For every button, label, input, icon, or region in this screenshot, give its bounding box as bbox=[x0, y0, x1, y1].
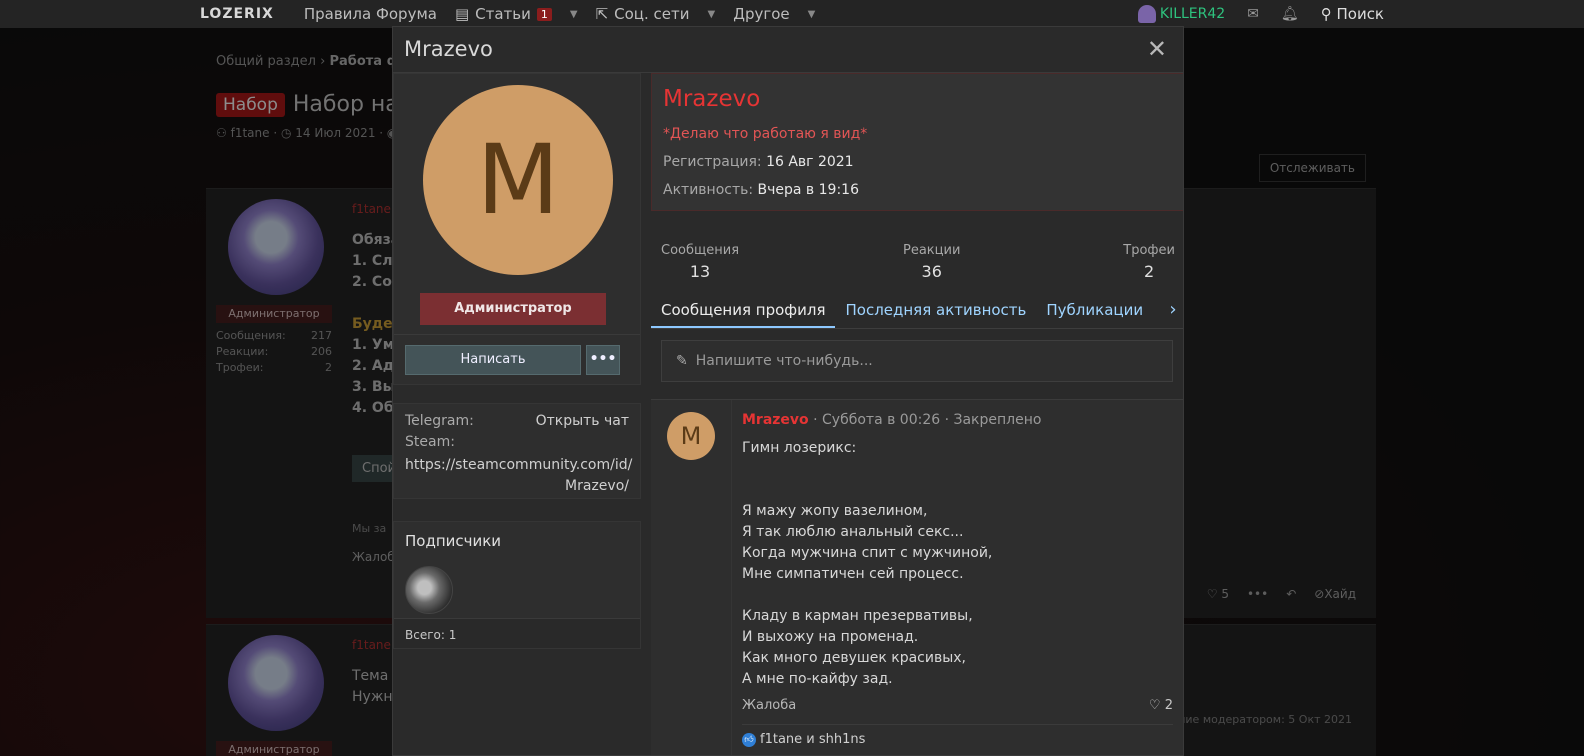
divider bbox=[394, 334, 640, 335]
compose-placeholder: Напишите что-нибудь... bbox=[695, 353, 873, 369]
post-meta: · Суббота в 00:26 · Закреплено bbox=[808, 412, 1042, 428]
activity-value: Вчера в 19:16 bbox=[757, 182, 859, 198]
chevron-down-icon[interactable]: ▼ bbox=[570, 9, 578, 20]
stat-reactions[interactable]: Реакции 36 bbox=[903, 243, 960, 281]
tab-publications[interactable]: Публикации bbox=[1036, 295, 1153, 328]
share-icon: ⇱ bbox=[595, 5, 609, 23]
profile-tabs: Сообщения профиля Последняя активность П… bbox=[651, 295, 1183, 329]
followers-block: Подписчики Всего: 1 bbox=[393, 521, 641, 649]
heart-icon: ♡ bbox=[1148, 698, 1161, 713]
role-banner: Администратор bbox=[420, 293, 606, 325]
stat-value: 36 bbox=[921, 262, 942, 281]
chevron-down-icon[interactable]: ▼ bbox=[708, 9, 716, 20]
profile-right-column: Mrazevo *Делаю что работаю я вид* Регист… bbox=[651, 73, 1183, 755]
registration-line: Регистрация: 16 Авг 2021 bbox=[663, 154, 854, 170]
book-icon: ▤ bbox=[454, 5, 470, 23]
avatar[interactable]: M bbox=[423, 85, 613, 275]
modal-header: Mrazevo ✕ bbox=[393, 27, 1183, 73]
bell-icon[interactable]: 🔔︎ bbox=[1281, 6, 1299, 22]
user-avatar-icon bbox=[1137, 5, 1156, 23]
stat-label: Сообщения bbox=[661, 243, 740, 258]
steam-row: Steam: bbox=[405, 434, 629, 450]
write-message-button[interactable]: Написать bbox=[405, 345, 581, 375]
report-link[interactable]: Жалоба bbox=[742, 698, 796, 713]
registration-label: Регистрация: bbox=[663, 154, 762, 170]
nav-articles-label: Статьи bbox=[475, 5, 531, 23]
steam-url-line: https://steamcommunity.com/id/ bbox=[405, 457, 633, 473]
avatar-block: M Администратор Написать ••• bbox=[393, 73, 641, 385]
steam-link[interactable]: https://steamcommunity.com/id/ Mrazevo/ bbox=[405, 455, 633, 497]
nav-rules-label: Правила Форума bbox=[303, 5, 437, 23]
thumbs-up-icon: 👍︎ bbox=[742, 732, 756, 747]
stat-messages[interactable]: Сообщения 13 bbox=[661, 243, 739, 281]
chevron-right-icon[interactable]: › bbox=[1161, 299, 1183, 325]
registration-value: 16 Авг 2021 bbox=[766, 154, 854, 170]
profile-info-box: Mrazevo *Делаю что работаю я вид* Регист… bbox=[651, 73, 1183, 211]
telegram-link[interactable]: Открыть чат bbox=[536, 413, 629, 429]
tab-profile-posts[interactable]: Сообщения профиля bbox=[651, 295, 836, 328]
username-label: KILLER42 bbox=[1159, 6, 1226, 22]
stat-label: Реакции bbox=[903, 243, 961, 258]
mail-icon[interactable]: ✉ bbox=[1247, 6, 1259, 22]
member-tooltip-modal: Mrazevo ✕ M Администратор Написать ••• T… bbox=[392, 26, 1184, 756]
followers-title: Подписчики bbox=[405, 532, 502, 550]
follower-avatar[interactable] bbox=[405, 566, 453, 614]
profile-stats: Сообщения 13 Реакции 36 Трофеи 2 bbox=[651, 243, 1183, 287]
followers-total[interactable]: Всего: 1 bbox=[394, 618, 640, 648]
tab-latest-activity[interactable]: Последняя активность bbox=[835, 295, 1036, 328]
profile-post: M Mrazevo · Суббота в 00:26 · Закреплено… bbox=[651, 399, 1183, 755]
divider bbox=[731, 400, 732, 755]
stat-trophies[interactable]: Трофеи 2 bbox=[1123, 243, 1175, 281]
activity-label: Активность: bbox=[663, 182, 754, 198]
post-author[interactable]: Mrazevo bbox=[742, 412, 809, 428]
nav-other-label: Другое bbox=[733, 5, 790, 23]
profile-status: *Делаю что работаю я вид* bbox=[663, 126, 868, 142]
modal-title: Mrazevo bbox=[404, 37, 493, 61]
telegram-label: Telegram: bbox=[405, 413, 474, 429]
reactions-list: f1tane и shh1ns bbox=[760, 732, 866, 747]
nav-other[interactable]: Другое ▼ bbox=[733, 5, 815, 23]
telegram-row: Telegram: Открыть чат bbox=[405, 413, 629, 429]
search-label: Поиск bbox=[1336, 5, 1384, 23]
avatar[interactable]: M bbox=[667, 412, 715, 460]
nav-articles[interactable]: ▤ Статьи 1 ▼ bbox=[455, 5, 578, 23]
nav-rules[interactable]: Правила Форума bbox=[304, 5, 437, 23]
articles-count-badge: 1 bbox=[536, 7, 552, 21]
nav-social[interactable]: ⇱ Соц. сети ▼ bbox=[596, 5, 716, 23]
nav-social-label: Соц. сети bbox=[614, 5, 690, 23]
reactions-bar[interactable]: 👍︎ f1tane и shh1ns bbox=[742, 724, 1173, 747]
profile-post-input[interactable]: ✎ Напишите что-нибудь... bbox=[661, 340, 1173, 382]
profile-post-text: Гимн лозерикс: Я мажу жопу вазелином, Я … bbox=[742, 440, 993, 687]
top-navbar: LOZERIX Правила Форума ▤ Статьи 1 ▼ ⇱ Со… bbox=[0, 0, 1584, 28]
profile-post-header: Mrazevo · Суббота в 00:26 · Закреплено bbox=[742, 412, 1041, 428]
profile-name[interactable]: Mrazevo bbox=[663, 86, 760, 112]
pencil-icon: ✎ bbox=[676, 353, 688, 369]
stat-value: 13 bbox=[689, 262, 711, 281]
close-icon[interactable]: ✕ bbox=[1147, 35, 1167, 63]
chevron-down-icon[interactable]: ▼ bbox=[808, 9, 816, 20]
steam-label: Steam: bbox=[405, 434, 455, 450]
stat-value: 2 bbox=[1144, 262, 1155, 281]
stat-label: Трофеи bbox=[1123, 243, 1175, 258]
contact-block: Telegram: Открыть чат Steam: https://ste… bbox=[393, 403, 641, 499]
steam-url-line: Mrazevo/ bbox=[565, 478, 629, 494]
more-options-button[interactable]: ••• bbox=[586, 345, 620, 375]
activity-line: Активность: Вчера в 19:16 bbox=[663, 182, 859, 198]
search-icon: ⚲ bbox=[1320, 5, 1332, 23]
user-menu[interactable]: KILLER42 bbox=[1137, 5, 1226, 23]
site-logo[interactable]: LOZERIX bbox=[200, 6, 274, 22]
search-button[interactable]: ⚲ Поиск bbox=[1321, 5, 1384, 23]
like-button[interactable]: ♡ 2 bbox=[1149, 698, 1173, 713]
like-count: 2 bbox=[1164, 698, 1173, 713]
